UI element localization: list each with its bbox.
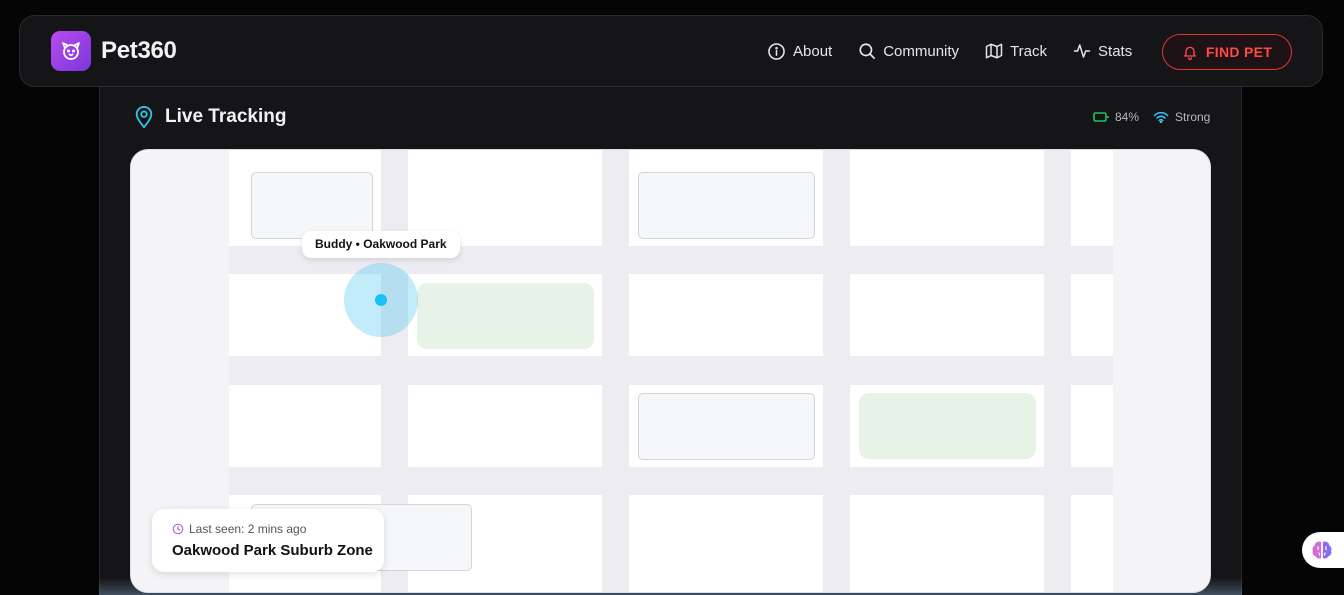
nav-label-stats: Stats	[1098, 42, 1133, 60]
last-seen-card: Last seen: 2 mins ago Oakwood Park Subur…	[152, 509, 384, 572]
signal-value: Strong	[1175, 110, 1211, 124]
dog-face-icon	[51, 31, 91, 71]
find-pet-label: FIND PET	[1205, 44, 1273, 60]
nav-label-community: Community	[883, 42, 960, 60]
card-header: Live Tracking	[133, 105, 286, 129]
wifi-icon	[1153, 111, 1169, 123]
nav-label-track: Track	[1010, 42, 1048, 60]
card-title: Live Tracking	[165, 106, 287, 127]
building-lot	[638, 393, 815, 460]
signal-status: Strong	[1153, 110, 1210, 124]
pet-location-marker[interactable]	[375, 294, 387, 306]
city-block	[850, 274, 1044, 356]
park-area	[417, 283, 594, 349]
info-icon	[768, 42, 785, 60]
brain-icon	[1312, 541, 1332, 559]
city-block	[850, 495, 1044, 592]
battery-status: 84%	[1093, 110, 1139, 124]
city-block	[229, 385, 381, 467]
activity-icon	[1073, 44, 1091, 58]
city-block	[1071, 150, 1113, 246]
assistant-button[interactable]	[1302, 532, 1344, 568]
brand-name: Pet360	[101, 37, 177, 64]
nav-item-about[interactable]: About	[767, 42, 832, 61]
nav-links: About Community Track Stats	[767, 16, 1158, 86]
find-pet-button[interactable]: FIND PET	[1162, 34, 1292, 70]
building-lot	[638, 172, 815, 239]
last-seen-time-row: Last seen: 2 mins ago	[172, 522, 384, 536]
last-seen-zone: Oakwood Park Suburb Zone	[172, 542, 373, 559]
pet-location-label: Buddy • Oakwood Park	[302, 231, 460, 258]
tracking-map[interactable]: Buddy • Oakwood Park Last seen: 2 mins a…	[130, 149, 1211, 593]
building-lot	[251, 172, 373, 239]
nav-item-community[interactable]: Community	[858, 42, 959, 60]
battery-icon	[1093, 112, 1109, 122]
park-area	[859, 393, 1036, 459]
top-navbar: Pet360 About Community Track Stats FIND …	[19, 15, 1323, 87]
city-block	[1071, 495, 1113, 592]
city-block	[629, 274, 823, 356]
nav-label-about: About	[793, 42, 833, 60]
nav-item-stats[interactable]: Stats	[1073, 42, 1132, 60]
last-seen-time: Last seen: 2 mins ago	[189, 522, 307, 536]
city-block	[1071, 385, 1113, 467]
clock-icon	[172, 523, 184, 535]
city-block	[1071, 274, 1113, 356]
map-icon	[985, 43, 1003, 59]
brand[interactable]: Pet360	[51, 31, 177, 71]
location-pin-icon	[135, 106, 153, 129]
nav-item-track[interactable]: Track	[985, 42, 1047, 60]
search-icon	[859, 43, 876, 59]
city-block	[408, 385, 602, 467]
city-block	[629, 495, 823, 592]
city-block	[850, 150, 1044, 246]
battery-value: 84%	[1115, 110, 1140, 124]
bell-icon	[1183, 46, 1196, 60]
